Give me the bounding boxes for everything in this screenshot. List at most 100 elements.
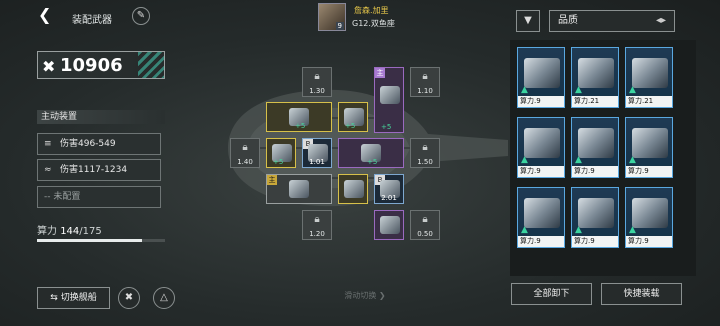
back-icon[interactable]: ❮ xyxy=(38,6,54,24)
weapon-card-power: 算力.9 xyxy=(572,236,618,247)
pilot-name: 詹森.加里 xyxy=(354,6,389,15)
rank-icon: ▲ xyxy=(521,85,528,95)
weapon-image xyxy=(524,58,560,88)
combat-power-box: ✖ 10906 xyxy=(37,51,165,79)
weapon-image xyxy=(524,198,560,228)
active-slot-3-label: -- 未配置 xyxy=(44,192,81,202)
swipe-hint: 滑动切换 ❯ xyxy=(344,291,386,300)
active-slot-3[interactable]: -- 未配置 xyxy=(37,186,161,208)
lock-icon: 🔒︎ xyxy=(314,214,320,225)
weapon-card[interactable]: ▲ 算力.9 xyxy=(625,187,673,248)
equipped-slot-purple[interactable]: 主 +5 xyxy=(374,67,404,133)
swirl-icon: ≈ xyxy=(44,165,52,175)
locked-slot[interactable]: 🔒︎ 1.30 xyxy=(302,67,332,97)
weapon-image xyxy=(380,216,400,234)
weapon-image xyxy=(380,86,400,104)
stripe-decoration xyxy=(138,52,164,78)
edit-icon[interactable]: ✎ xyxy=(132,7,150,25)
active-slot-2-label: 伤害1117-1234 xyxy=(60,165,128,175)
capacity-bar-fill xyxy=(37,239,143,242)
weapon-card[interactable]: ▲ 算力.21 xyxy=(625,47,673,108)
capacity-total: /175 xyxy=(79,226,102,237)
weapon-auto-icon[interactable]: ✖ xyxy=(118,287,140,309)
weapon-image xyxy=(632,198,668,228)
weapon-image xyxy=(632,128,668,158)
lock-icon: 🔒︎ xyxy=(242,142,248,153)
weapon-image xyxy=(344,180,364,198)
equipped-slot-blue[interactable]: B1.01 xyxy=(302,138,332,168)
page-title: 装配武器 xyxy=(72,15,112,26)
weapon-image xyxy=(524,128,560,158)
rank-icon: ▲ xyxy=(521,155,528,165)
lock-icon: 🔒︎ xyxy=(422,214,428,225)
equipped-slot-gold[interactable] xyxy=(338,174,368,204)
filter-icon[interactable]: ▼ xyxy=(516,10,540,32)
weapon-card-power: 算力.9 xyxy=(572,166,618,177)
weapon-card[interactable]: ▲ 算力.21 xyxy=(571,47,619,108)
equipped-slot-gold[interactable]: +5 xyxy=(266,102,332,132)
weapon-card[interactable]: ▲ 算力.9 xyxy=(625,117,673,178)
radar-icon[interactable]: △ xyxy=(153,287,175,309)
lock-icon: 🔒︎ xyxy=(422,71,428,82)
locked-slot[interactable]: 🔒︎ 0.50 xyxy=(410,210,440,240)
crossed-swords-icon: ✖ xyxy=(42,57,56,76)
weapon-card-power: 算力.9 xyxy=(518,96,564,107)
weapon-card[interactable]: ▲ 算力.9 xyxy=(571,117,619,178)
weapon-card[interactable]: ▲ 算力.9 xyxy=(517,187,565,248)
unload-all-label: 全部卸下 xyxy=(533,289,570,299)
rank-icon: ▲ xyxy=(575,85,582,95)
sort-dropdown-label: 品质 xyxy=(558,15,578,26)
equipped-slot-blue[interactable]: B2.01 xyxy=(374,174,404,204)
capacity-used: 144 xyxy=(60,226,80,237)
locked-slot[interactable]: 🔒︎ 1.50 xyxy=(410,138,440,168)
weapon-card-power: 算力.9 xyxy=(518,236,564,247)
capacity-readout: 算力 144/175 xyxy=(37,222,102,237)
rank-icon: ▲ xyxy=(629,225,636,235)
weapon-image xyxy=(632,58,668,88)
rank-icon: ▲ xyxy=(629,155,636,165)
weapon-card-power: 算力.21 xyxy=(572,96,618,107)
equipped-slot-purple[interactable]: +5 xyxy=(338,138,404,168)
claw-icon: ≡ xyxy=(44,139,52,149)
active-section-title: 主动装置 xyxy=(37,110,165,124)
switch-ship-button[interactable]: ⇆ 切换舰船 xyxy=(37,287,110,309)
pilot-level: 9 xyxy=(335,22,344,30)
equipped-slot-gold[interactable]: +5 xyxy=(338,102,368,132)
equipped-slot-gold[interactable]: +5 xyxy=(266,138,296,168)
capacity-label: 算力 xyxy=(37,226,57,237)
sort-dropdown[interactable]: 品质 ◂▸ xyxy=(549,10,675,32)
lock-icon: 🔒︎ xyxy=(314,71,320,82)
weapon-card[interactable]: ▲ 算力.9 xyxy=(517,47,565,108)
locked-slot[interactable]: 🔒︎ 1.40 xyxy=(230,138,260,168)
weapon-image xyxy=(578,128,614,158)
switch-ship-label: 切换舰船 xyxy=(60,293,97,303)
lock-icon: 🔒︎ xyxy=(422,142,428,153)
rank-icon: ▲ xyxy=(575,225,582,235)
equipped-slot-grey[interactable]: 主 xyxy=(266,174,332,204)
weapon-card-power: 算力.9 xyxy=(626,236,672,247)
active-slot-2[interactable]: ≈ 伤害1117-1234 xyxy=(37,159,161,181)
equipped-slot-purple[interactable] xyxy=(374,210,404,240)
weapon-card-power: 算力.9 xyxy=(518,166,564,177)
weapon-image xyxy=(578,198,614,228)
weapon-image xyxy=(289,180,309,198)
quick-equip-button[interactable]: 快捷装载 xyxy=(601,283,682,305)
unload-all-button[interactable]: 全部卸下 xyxy=(511,283,592,305)
active-slot-1[interactable]: ≡ 伤害496-549 xyxy=(37,133,161,155)
locked-slot[interactable]: 🔒︎ 1.10 xyxy=(410,67,440,97)
ship-name: G12.双鱼座 xyxy=(352,19,395,28)
weapon-image xyxy=(578,58,614,88)
quick-equip-label: 快捷装载 xyxy=(623,289,660,299)
weapon-card[interactable]: ▲ 算力.9 xyxy=(571,187,619,248)
combat-power-value: 10906 xyxy=(60,55,123,76)
locked-slot[interactable]: 🔒︎ 1.20 xyxy=(302,210,332,240)
weapon-inventory: ▲ 算力.9 ▲ 算力.21 ▲ 算力.21 ▲ 算力.9 ▲ 算力.9 ▲ 算力.9 ▲ 算力.9 ▲ 算力… xyxy=(510,40,696,276)
weapon-card[interactable]: ▲ 算力.9 xyxy=(517,117,565,178)
rank-icon: ▲ xyxy=(521,225,528,235)
rank-icon: ▲ xyxy=(575,155,582,165)
pilot-avatar[interactable]: 9 xyxy=(318,3,346,31)
rank-icon: ▲ xyxy=(629,85,636,95)
capacity-bar xyxy=(37,239,165,242)
weapon-card-power: 算力.9 xyxy=(626,166,672,177)
active-slot-1-label: 伤害496-549 xyxy=(60,139,116,149)
